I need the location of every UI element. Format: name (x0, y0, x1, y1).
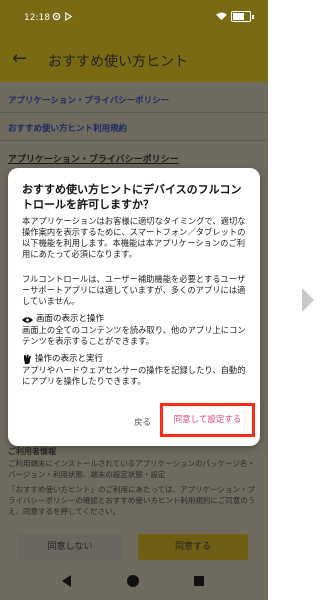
hand-icon (24, 354, 31, 364)
divider (0, 112, 268, 113)
wifi-icon (216, 12, 227, 21)
nav-recents-icon[interactable] (194, 576, 204, 586)
dialog-warning: フルコントロールは、ユーザー補助機能を必要とするユーザーサポートアプリには適して… (22, 274, 246, 306)
nav-back-icon[interactable] (62, 575, 71, 587)
permission-perform-desc: アプリやハードウェアセンサーの操作を記録したり、自動的にアプリを操作したりできま… (22, 365, 246, 386)
play-notification-icon (65, 12, 73, 21)
status-system-icons (216, 11, 254, 22)
permission-view-title: 画面の表示と操作 (36, 314, 105, 324)
status-notification-icons (52, 12, 73, 21)
permission-view-desc: 画面上の全てのコンテンツを読み取り、他のアプリ上にコンテンツを表示することができ… (22, 325, 246, 346)
eye-icon (22, 316, 33, 323)
deny-button[interactable]: 同意しない (18, 534, 122, 560)
agree-button[interactable]: 同意する (138, 534, 248, 560)
battery-icon (231, 11, 251, 22)
navigation-bar (0, 566, 268, 600)
phone-screen: 12:18 ← おすすめ使い方ヒント アプリケーション・プライバシーポリシー お… (0, 0, 268, 600)
settings-notification-icon (52, 12, 61, 21)
info-heading: ご利用者情報 (8, 447, 56, 456)
permission-dialog: おすすめ使い方ヒントにデバイスのフルコントロールを許可しますか？ 本アプリケーシ… (8, 168, 260, 446)
section-title: アプリケーション・プライバシーポリシー (8, 155, 179, 165)
info-text: ご利用端末にインストールされているアプリケーションのパッケージ名・バージョン・利… (8, 459, 255, 479)
terms-link[interactable]: おすすめ使い方ヒント利用規約 (8, 122, 127, 134)
dialog-allow-button[interactable]: 同意して設定する (160, 403, 255, 437)
privacy-policy-link[interactable]: アプリケーション・プライバシーポリシー (8, 94, 169, 106)
notice-text: 「おすすめ使い方ヒント」のご利用にあたっては、アプリケーション・プライバシーポリ… (8, 485, 256, 516)
permission-perform-actions: 操作の表示と実行 アプリやハードウェアセンサーの操作を記録したり、自動的にアプリ… (22, 354, 250, 387)
dialog-description: 本アプリケーションはお客様に適切なタイミングで、適切な操作案内を表示するために、… (22, 216, 246, 259)
app-bar: ← おすすめ使い方ヒント (0, 38, 268, 82)
permission-perform-title: 操作の表示と実行 (35, 354, 104, 364)
dialog-cancel-button[interactable]: 戻る (134, 416, 151, 428)
permission-view-screen: 画面の表示と操作 画面上の全てのコンテンツを読み取り、他のアプリ上にコンテンツを… (22, 314, 250, 347)
nav-home-icon[interactable] (127, 575, 139, 587)
next-step-arrow-icon (302, 288, 314, 312)
back-arrow-icon[interactable]: ← (12, 48, 27, 69)
dialog-title: おすすめ使い方ヒントにデバイスのフルコントロールを許可しますか？ (22, 183, 242, 211)
page-title: おすすめ使い方ヒント (48, 54, 188, 70)
divider (0, 140, 268, 141)
status-time: 12:18 (24, 13, 50, 23)
status-bar: 12:18 (0, 0, 268, 38)
